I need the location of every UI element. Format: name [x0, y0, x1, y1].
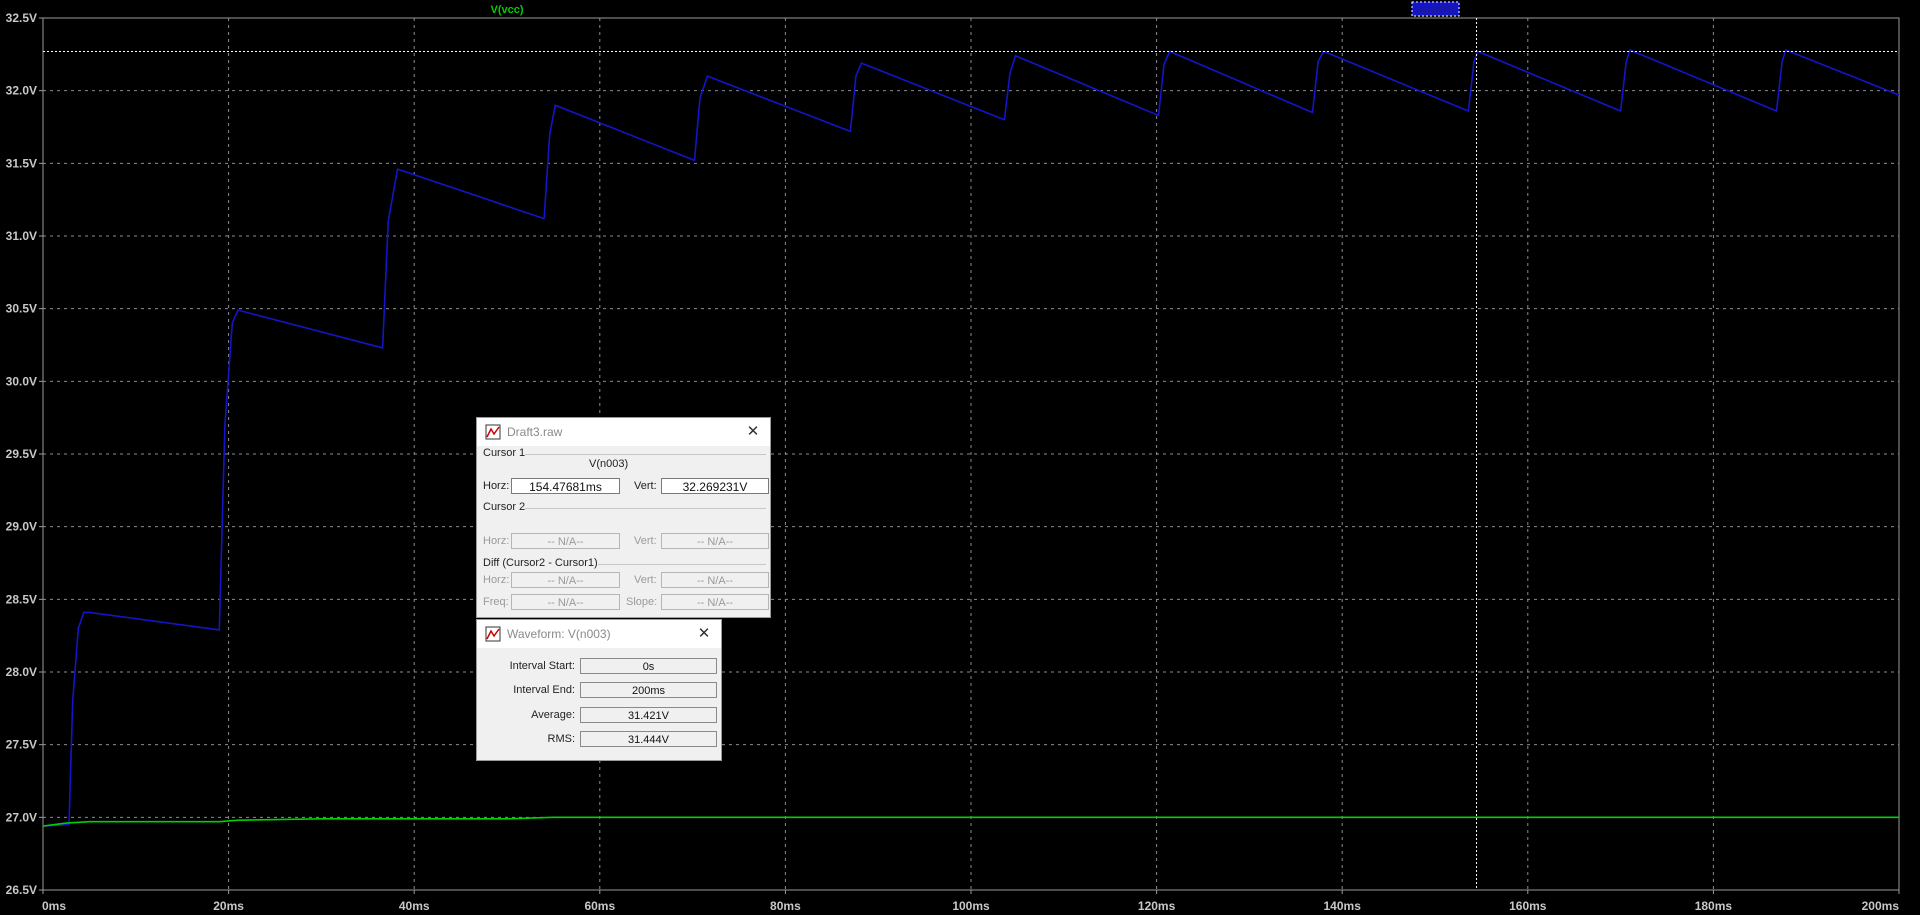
- cursor2-horz-field: -- N/A--: [511, 533, 620, 549]
- waveform-window[interactable]: Waveform: V(n003) ✕ Interval Start: 0s I…: [476, 619, 722, 761]
- y-tick-label: 31.5V: [6, 156, 37, 170]
- waveform-window-title: Waveform: V(n003): [507, 627, 611, 641]
- slope-label: Slope:: [626, 596, 658, 608]
- x-tick-label: 120ms: [1138, 899, 1176, 913]
- x-tick-label: 80ms: [770, 899, 801, 913]
- rms-label: RMS:: [547, 733, 576, 745]
- y-tick-label: 29.0V: [6, 520, 37, 534]
- y-tick-label: 29.5V: [6, 447, 37, 461]
- cursor1-vert-field[interactable]: 32.269231V: [661, 478, 769, 494]
- cursor-window-titlebar[interactable]: Draft3.raw ✕: [477, 418, 770, 446]
- y-tick-label: 32.5V: [6, 11, 37, 25]
- y-tick-label: 31.0V: [6, 229, 37, 243]
- y-tick-label: 30.0V: [6, 374, 37, 388]
- x-tick-label: 40ms: [399, 899, 430, 913]
- waveform-app-icon: [485, 424, 501, 440]
- cursor-window-title: Draft3.raw: [507, 425, 563, 439]
- close-icon[interactable]: ✕: [695, 625, 713, 643]
- cursor1-vert-label: Vert:: [634, 480, 657, 492]
- diff-horz-label: Horz:: [483, 574, 510, 586]
- diff-label: Diff (Cursor2 - Cursor1): [483, 557, 598, 569]
- cursor1-horz-field[interactable]: 154.47681ms: [511, 478, 620, 494]
- interval-end-label: Interval End:: [513, 684, 575, 696]
- x-tick-label: 20ms: [213, 899, 244, 913]
- interval-end-field: 200ms: [580, 682, 717, 698]
- diff-vert-label: Vert:: [634, 574, 657, 586]
- cursor1-horz-label: Horz:: [483, 480, 510, 492]
- x-tick-label: 140ms: [1324, 899, 1362, 913]
- trace-label-n003[interactable]: V(n003): [1416, 4, 1456, 16]
- y-tick-label: 32.0V: [6, 84, 37, 98]
- cursor2-group-line: [483, 508, 766, 509]
- plot-background: [0, 0, 1920, 915]
- x-tick-label: 180ms: [1695, 899, 1733, 913]
- diff-vert-field: -- N/A--: [661, 572, 769, 588]
- cursor1-trace-name: V(n003): [589, 458, 629, 470]
- average-label: Average:: [531, 709, 575, 721]
- trace-label-vcc[interactable]: V(vcc): [490, 4, 523, 16]
- y-tick-label: 30.5V: [6, 302, 37, 316]
- cursor2-vert-label: Vert:: [634, 535, 657, 547]
- y-tick-label: 28.0V: [6, 665, 37, 679]
- average-field: 31.421V: [580, 707, 717, 723]
- waveform-window-titlebar[interactable]: Waveform: V(n003) ✕: [477, 620, 721, 648]
- x-tick-label: 0ms: [42, 899, 66, 913]
- y-tick-label: 27.5V: [6, 738, 37, 752]
- y-tick-label: 27.0V: [6, 810, 37, 824]
- rms-field: 31.444V: [580, 731, 717, 747]
- y-tick-label: 26.5V: [6, 883, 37, 897]
- x-tick-label: 60ms: [584, 899, 615, 913]
- close-icon[interactable]: ✕: [744, 423, 762, 441]
- x-tick-label: 100ms: [952, 899, 990, 913]
- y-tick-label: 28.5V: [6, 592, 37, 606]
- freq-field: -- N/A--: [511, 594, 620, 610]
- interval-start-label: Interval Start:: [509, 660, 575, 672]
- slope-field: -- N/A--: [661, 594, 769, 610]
- x-tick-label: 200ms: [1862, 899, 1900, 913]
- x-tick-label: 160ms: [1509, 899, 1547, 913]
- freq-label: Freq:: [483, 596, 509, 608]
- waveform-app-icon: [485, 626, 501, 642]
- cursor2-label: Cursor 2: [483, 501, 526, 513]
- cursor1-label: Cursor 1: [483, 447, 526, 459]
- waveform-plot[interactable]: 32.5V 32.0V 31.5V 31.0V 30.5V 30.0V 29.5V 29.0V…: [0, 0, 1920, 915]
- interval-start-field: 0s: [580, 658, 717, 674]
- cursor1-group-line: [483, 454, 766, 455]
- cursor-window[interactable]: Draft3.raw ✕ Cursor 1 V(n003) Horz: 154.…: [476, 417, 771, 618]
- cursor2-vert-field: -- N/A--: [661, 533, 769, 549]
- cursor2-horz-label: Horz:: [483, 535, 510, 547]
- diff-horz-field: -- N/A--: [511, 572, 620, 588]
